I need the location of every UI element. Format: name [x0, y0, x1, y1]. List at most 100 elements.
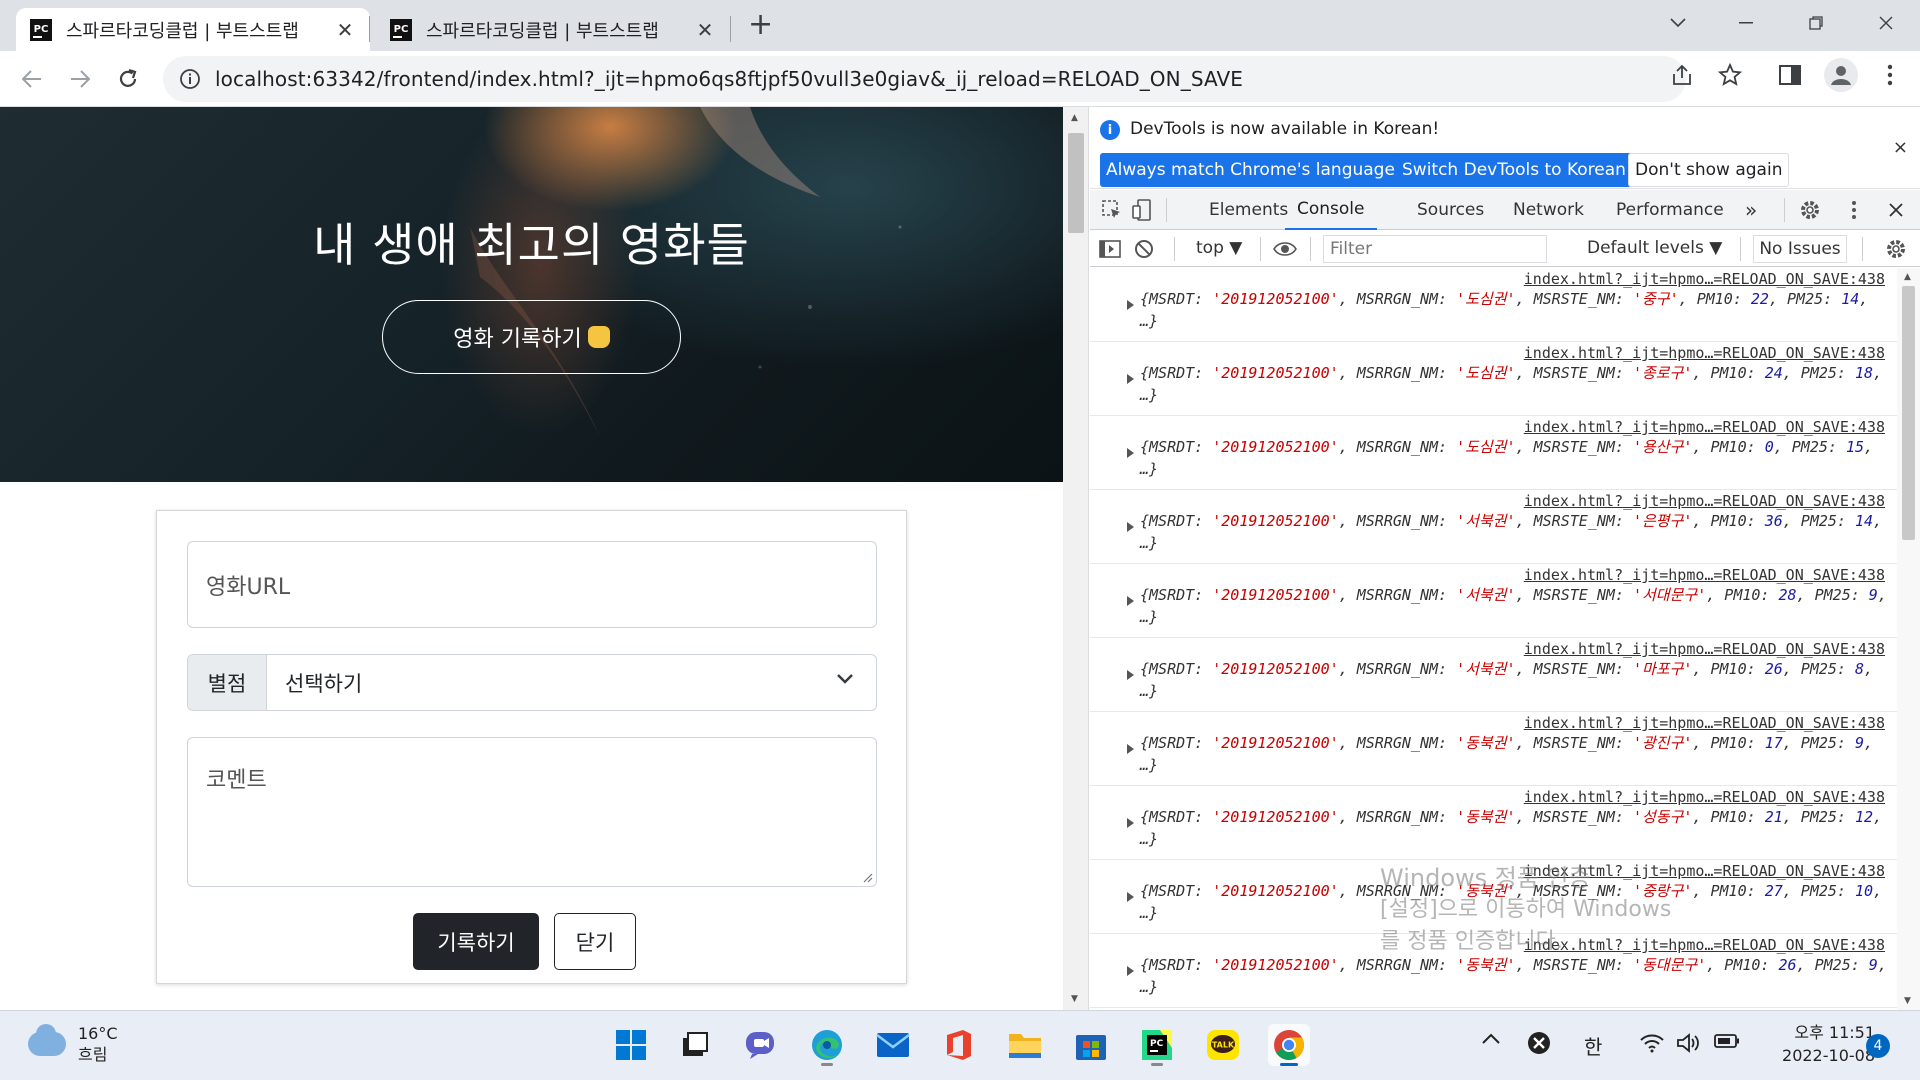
expand-caret-icon[interactable]: [1127, 744, 1134, 754]
log-source-link[interactable]: index.html?_ijt=hpmo…=RELOAD_ON_SAVE:438: [1524, 788, 1885, 806]
console-scrollbar-thumb[interactable]: [1902, 286, 1915, 540]
browser-tab-1[interactable]: PC 스파르타코딩클럽 | 부트스트랩 ✕: [16, 8, 370, 51]
log-object-preview[interactable]: {MSRDT: '201912052100', MSRRGN_NM: '도심권'…: [1140, 288, 1890, 332]
tab-search-icon[interactable]: [1658, 8, 1698, 38]
inspect-element-icon[interactable]: [1100, 198, 1124, 222]
share-icon[interactable]: [1668, 61, 1696, 89]
console-scrollbar[interactable]: ▲ ▼: [1897, 268, 1920, 1010]
expand-caret-icon[interactable]: [1127, 892, 1134, 902]
close-button[interactable]: 닫기: [554, 913, 636, 970]
new-tab-button[interactable]: +: [748, 10, 773, 40]
edge-browser-icon[interactable]: [806, 1024, 848, 1066]
chrome-icon[interactable]: [1268, 1024, 1310, 1066]
tab-network[interactable]: Network: [1513, 190, 1584, 230]
clear-console-icon[interactable]: [1132, 237, 1156, 261]
url-text[interactable]: localhost:63342/frontend/index.html?_ijt…: [215, 67, 1243, 91]
log-source-link[interactable]: index.html?_ijt=hpmo…=RELOAD_ON_SAVE:438: [1524, 714, 1885, 732]
log-levels-select[interactable]: Default levels ▼: [1587, 238, 1722, 258]
log-object-preview[interactable]: {MSRDT: '201912052100', MSRRGN_NM: '서북권'…: [1140, 510, 1890, 554]
log-source-link[interactable]: index.html?_ijt=hpmo…=RELOAD_ON_SAVE:438: [1524, 566, 1885, 584]
console-log-entry[interactable]: index.html?_ijt=hpmo…=RELOAD_ON_SAVE:438…: [1090, 712, 1897, 786]
tab-performance[interactable]: Performance: [1616, 190, 1724, 230]
start-windows-icon[interactable]: [610, 1024, 652, 1066]
log-object-preview[interactable]: {MSRDT: '201912052100', MSRRGN_NM: '동북권'…: [1140, 880, 1890, 924]
office-icon[interactable]: [938, 1024, 980, 1066]
tab-sources[interactable]: Sources: [1417, 190, 1484, 230]
log-source-link[interactable]: index.html?_ijt=hpmo…=RELOAD_ON_SAVE:438: [1524, 936, 1885, 954]
console-log-entry[interactable]: index.html?_ijt=hpmo…=RELOAD_ON_SAVE:438…: [1090, 490, 1897, 564]
comment-textarea[interactable]: 코멘트: [187, 737, 877, 887]
ime-indicator[interactable]: 한: [1584, 1031, 1602, 1060]
chrome-menu-icon[interactable]: [1876, 61, 1904, 89]
record-movie-button[interactable]: 영화 기록하기: [382, 300, 681, 374]
back-arrow-icon[interactable]: [16, 63, 48, 95]
log-object-preview[interactable]: {MSRDT: '201912052100', MSRRGN_NM: '동북권'…: [1140, 954, 1890, 998]
movie-url-input[interactable]: 영화URL: [187, 541, 877, 628]
resize-grip-icon[interactable]: [861, 871, 873, 883]
expand-caret-icon[interactable]: [1127, 670, 1134, 680]
log-source-link[interactable]: index.html?_ijt=hpmo…=RELOAD_ON_SAVE:438: [1524, 640, 1885, 658]
close-window-icon[interactable]: [1866, 8, 1906, 38]
volume-icon[interactable]: [1677, 1033, 1701, 1053]
record-button[interactable]: 기록하기: [413, 913, 539, 970]
site-info-icon[interactable]: [179, 68, 201, 90]
notification-badge[interactable]: 4: [1866, 1034, 1890, 1058]
address-bar[interactable]: localhost:63342/frontend/index.html?_ijt…: [163, 56, 1686, 102]
pycharm-icon[interactable]: PC: [1136, 1024, 1178, 1066]
console-settings-gear-icon[interactable]: [1884, 237, 1908, 261]
console-log-entry[interactable]: index.html?_ijt=hpmo…=RELOAD_ON_SAVE:438…: [1090, 342, 1897, 416]
restore-icon[interactable]: [1796, 8, 1836, 38]
weather-widget[interactable]: 16°C 흐림: [28, 1023, 118, 1065]
always-match-language-button[interactable]: Always match Chrome's language: [1100, 153, 1401, 187]
log-object-preview[interactable]: {MSRDT: '201912052100', MSRRGN_NM: '서북권'…: [1140, 584, 1890, 628]
close-tab-icon[interactable]: ✕: [334, 18, 356, 42]
device-toolbar-icon[interactable]: [1130, 198, 1154, 222]
mail-icon[interactable]: [872, 1024, 914, 1066]
log-source-link[interactable]: index.html?_ijt=hpmo…=RELOAD_ON_SAVE:438: [1524, 862, 1885, 880]
console-log-entry[interactable]: index.html?_ijt=hpmo…=RELOAD_ON_SAVE:438…: [1090, 416, 1897, 490]
microsoft-store-icon[interactable]: [1070, 1024, 1112, 1066]
close-tab-icon[interactable]: ✕: [694, 18, 716, 42]
expand-caret-icon[interactable]: [1127, 374, 1134, 384]
expand-caret-icon[interactable]: [1127, 966, 1134, 976]
bookmark-star-icon[interactable]: [1716, 61, 1744, 89]
tab-elements[interactable]: Elements: [1209, 190, 1288, 230]
js-context-select[interactable]: top ▼: [1196, 238, 1242, 258]
scroll-up-icon[interactable]: ▲: [1071, 113, 1078, 123]
tray-app-x-icon[interactable]: [1527, 1031, 1551, 1055]
console-log-entry[interactable]: index.html?_ijt=hpmo…=RELOAD_ON_SAVE:438…: [1090, 564, 1897, 638]
expand-caret-icon[interactable]: [1127, 596, 1134, 606]
page-scrollbar[interactable]: ▲ ▼: [1063, 107, 1089, 1010]
sidebar-toggle-icon[interactable]: [1098, 237, 1122, 261]
log-object-preview[interactable]: {MSRDT: '201912052100', MSRRGN_NM: '서북권'…: [1140, 658, 1890, 702]
dont-show-again-button[interactable]: Don't show again: [1628, 153, 1790, 187]
scroll-down-icon[interactable]: ▼: [1071, 994, 1078, 1004]
browser-tab-2[interactable]: PC 스파르타코딩클럽 | 부트스트랩 ✕: [376, 8, 730, 51]
log-object-preview[interactable]: {MSRDT: '201912052100', MSRRGN_NM: '도심권'…: [1140, 362, 1890, 406]
tab-console[interactable]: Console: [1285, 190, 1377, 230]
console-log-entry[interactable]: index.html?_ijt=hpmo…=RELOAD_ON_SAVE:438…: [1090, 786, 1897, 860]
expand-caret-icon[interactable]: [1127, 522, 1134, 532]
wifi-icon[interactable]: [1640, 1033, 1664, 1053]
banner-close-icon[interactable]: ×: [1893, 137, 1908, 158]
side-panel-icon[interactable]: [1776, 61, 1804, 89]
teams-chat-icon[interactable]: [740, 1024, 782, 1066]
forward-arrow-icon[interactable]: [64, 63, 96, 95]
log-source-link[interactable]: index.html?_ijt=hpmo…=RELOAD_ON_SAVE:438: [1524, 270, 1885, 288]
log-source-link[interactable]: index.html?_ijt=hpmo…=RELOAD_ON_SAVE:438: [1524, 418, 1885, 436]
console-log-entry[interactable]: index.html?_ijt=hpmo…=RELOAD_ON_SAVE:438…: [1090, 638, 1897, 712]
console-log-entry[interactable]: index.html?_ijt=hpmo…=RELOAD_ON_SAVE:438…: [1090, 860, 1897, 934]
scroll-down-icon[interactable]: ▼: [1904, 996, 1911, 1006]
profile-avatar-icon[interactable]: [1824, 58, 1858, 92]
console-log-entry[interactable]: index.html?_ijt=hpmo…=RELOAD_ON_SAVE:438…: [1090, 934, 1897, 1008]
task-view-icon[interactable]: [674, 1024, 716, 1066]
log-source-link[interactable]: index.html?_ijt=hpmo…=RELOAD_ON_SAVE:438: [1524, 344, 1885, 362]
battery-icon[interactable]: [1714, 1033, 1740, 1049]
issues-button[interactable]: No Issues: [1753, 235, 1847, 263]
minimize-icon[interactable]: [1726, 8, 1766, 38]
more-tabs-icon[interactable]: »: [1745, 190, 1757, 230]
log-object-preview[interactable]: {MSRDT: '201912052100', MSRRGN_NM: '동북권'…: [1140, 806, 1890, 850]
close-devtools-icon[interactable]: [1884, 198, 1908, 222]
log-object-preview[interactable]: {MSRDT: '201912052100', MSRRGN_NM: '동북권'…: [1140, 732, 1890, 776]
show-hidden-icons-chevron-up-icon[interactable]: [1481, 1033, 1501, 1045]
